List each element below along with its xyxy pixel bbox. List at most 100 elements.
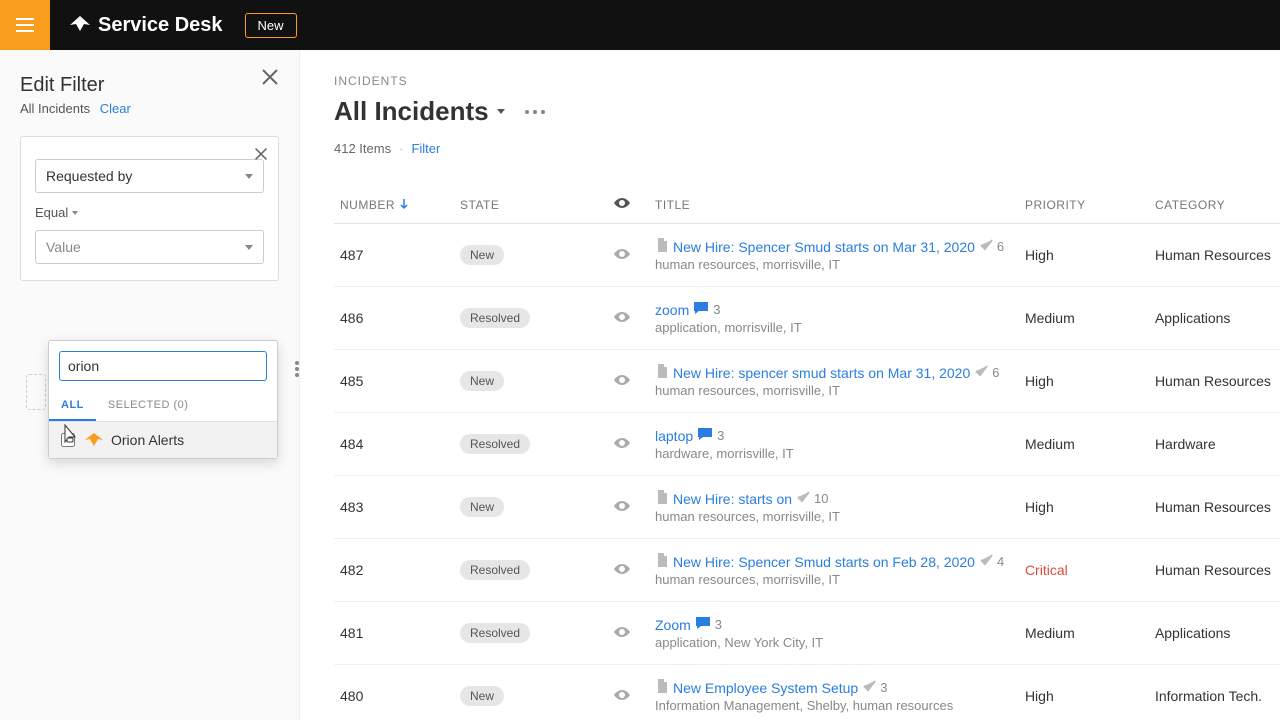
count-badge: 3	[713, 302, 720, 317]
cell-state: New	[454, 350, 594, 413]
incident-link[interactable]: New Hire: Spencer Smud starts on Feb 28,…	[673, 554, 975, 570]
cell-number: 480	[334, 665, 454, 720]
main-content: INCIDENTS All Incidents 412 Items·Filter…	[300, 50, 1280, 720]
incident-link[interactable]: New Hire: spencer smud starts on Mar 31,…	[673, 365, 970, 381]
visibility-icon[interactable]	[594, 665, 649, 720]
col-category[interactable]: CATEGORY	[1149, 186, 1280, 224]
cell-category: Hardware	[1149, 413, 1280, 476]
tag-list: human resources, morrisville, IT	[655, 509, 1013, 524]
cell-state: Resolved	[454, 413, 594, 476]
add-condition-handle[interactable]	[26, 374, 46, 410]
check-icon	[979, 238, 993, 255]
visibility-icon[interactable]	[594, 539, 649, 602]
count-badge: 6	[997, 239, 1004, 254]
cell-title: New Hire: starts on10human resources, mo…	[649, 476, 1019, 539]
document-icon	[655, 238, 669, 255]
cell-category: Human Resources	[1149, 539, 1280, 602]
cell-number: 486	[334, 287, 454, 350]
cell-title: zoom3application, morrisville, IT	[649, 287, 1019, 350]
incident-link[interactable]: zoom	[655, 302, 689, 318]
incident-link[interactable]: New Employee System Setup	[673, 680, 858, 696]
kebab-icon[interactable]	[295, 359, 299, 379]
incident-link[interactable]: laptop	[655, 428, 693, 444]
top-bar: Service Desk New	[0, 0, 1280, 50]
tab-selected[interactable]: SELECTED (0)	[96, 391, 201, 421]
clear-link[interactable]: Clear	[100, 101, 131, 116]
cell-category: Information Tech.	[1149, 665, 1280, 720]
condition-select[interactable]: Equal	[35, 205, 264, 220]
visibility-icon[interactable]	[594, 602, 649, 665]
cell-priority: High	[1019, 224, 1149, 287]
visibility-icon[interactable]	[594, 224, 649, 287]
option-label: Orion Alerts	[111, 432, 184, 448]
chevron-down-icon	[72, 211, 78, 215]
table-row[interactable]: 481ResolvedZoom3application, New York Ci…	[334, 602, 1280, 665]
cell-state: New	[454, 224, 594, 287]
document-icon	[655, 490, 669, 507]
field-select[interactable]: Requested by	[35, 159, 264, 193]
col-visibility[interactable]	[594, 186, 649, 224]
col-number[interactable]: NUMBER	[334, 186, 454, 224]
incident-link[interactable]: Zoom	[655, 617, 691, 633]
table-row[interactable]: 482ResolvedNew Hire: Spencer Smud starts…	[334, 539, 1280, 602]
table-row[interactable]: 483New New Hire: starts on10human resourc…	[334, 476, 1280, 539]
table-row[interactable]: 485New New Hire: spencer smud starts on M…	[334, 350, 1280, 413]
tag-list: hardware, morrisville, IT	[655, 446, 1013, 461]
tag-list: Information Management, Shelby, human re…	[655, 698, 1013, 713]
col-state[interactable]: STATE	[454, 186, 594, 224]
filter-link[interactable]: Filter	[411, 141, 440, 156]
cell-number: 485	[334, 350, 454, 413]
filter-sidebar: Edit Filter All Incidents Clear Requeste…	[0, 50, 300, 720]
col-priority[interactable]: PRIORITY	[1019, 186, 1149, 224]
visibility-icon[interactable]	[594, 287, 649, 350]
visibility-icon[interactable]	[594, 350, 649, 413]
table-row[interactable]: 480NewNew Employee System Setup3Informat…	[334, 665, 1280, 720]
comment-icon	[697, 427, 713, 444]
cell-category: Human Resources	[1149, 350, 1280, 413]
table-row[interactable]: 484Resolvedlaptop3hardware, morrisville,…	[334, 413, 1280, 476]
visibility-icon[interactable]	[594, 476, 649, 539]
new-button[interactable]: New	[245, 13, 297, 38]
check-icon	[796, 490, 810, 507]
cell-priority: Medium	[1019, 287, 1149, 350]
cell-priority: Medium	[1019, 602, 1149, 665]
close-icon[interactable]	[261, 68, 279, 89]
menu-icon[interactable]	[0, 0, 50, 50]
dropdown-search-input[interactable]	[59, 351, 267, 381]
incident-link[interactable]: New Hire: Spencer Smud starts on Mar 31,…	[673, 239, 975, 255]
col-title[interactable]: TITLE	[649, 186, 1019, 224]
breadcrumb: INCIDENTS	[334, 74, 1280, 88]
cell-number: 484	[334, 413, 454, 476]
check-icon	[979, 553, 993, 570]
count-badge: 4	[997, 554, 1004, 569]
cell-number: 483	[334, 476, 454, 539]
chevron-down-icon	[245, 245, 253, 250]
tag-list: human resources, morrisville, IT	[655, 257, 1013, 272]
incidents-table: NUMBER STATE TITLE PRIORITY CATEGORY 487…	[334, 186, 1280, 720]
visibility-icon[interactable]	[594, 413, 649, 476]
view-title: All Incidents	[334, 96, 1280, 127]
remove-filter-icon[interactable]	[254, 147, 268, 164]
cell-number: 482	[334, 539, 454, 602]
comment-icon	[693, 301, 709, 318]
cell-priority: High	[1019, 350, 1149, 413]
check-icon	[862, 679, 876, 696]
filter-card: Requested by Equal Value	[20, 136, 279, 281]
chevron-down-icon	[245, 174, 253, 179]
dropdown-option[interactable]: Orion Alerts	[49, 422, 277, 458]
document-icon	[655, 364, 669, 381]
cell-state: Resolved	[454, 602, 594, 665]
cell-state: New	[454, 476, 594, 539]
cell-priority: Critical	[1019, 539, 1149, 602]
value-dropdown: ALL SELECTED (0) Orion Alerts	[48, 340, 278, 459]
table-row[interactable]: 486Resolvedzoom3application, morrisville…	[334, 287, 1280, 350]
value-select[interactable]: Value	[35, 230, 264, 264]
tab-all[interactable]: ALL	[49, 391, 96, 421]
table-row[interactable]: 487NewNew Hire: Spencer Smud starts on M…	[334, 224, 1280, 287]
brand-icon	[70, 16, 90, 34]
more-icon[interactable]	[523, 110, 547, 114]
incident-link[interactable]: New Hire: starts on	[673, 491, 792, 507]
cell-category: Human Resources	[1149, 476, 1280, 539]
view-caret-icon[interactable]	[497, 109, 505, 114]
cell-title: New Hire: spencer smud starts on Mar 31,…	[649, 350, 1019, 413]
